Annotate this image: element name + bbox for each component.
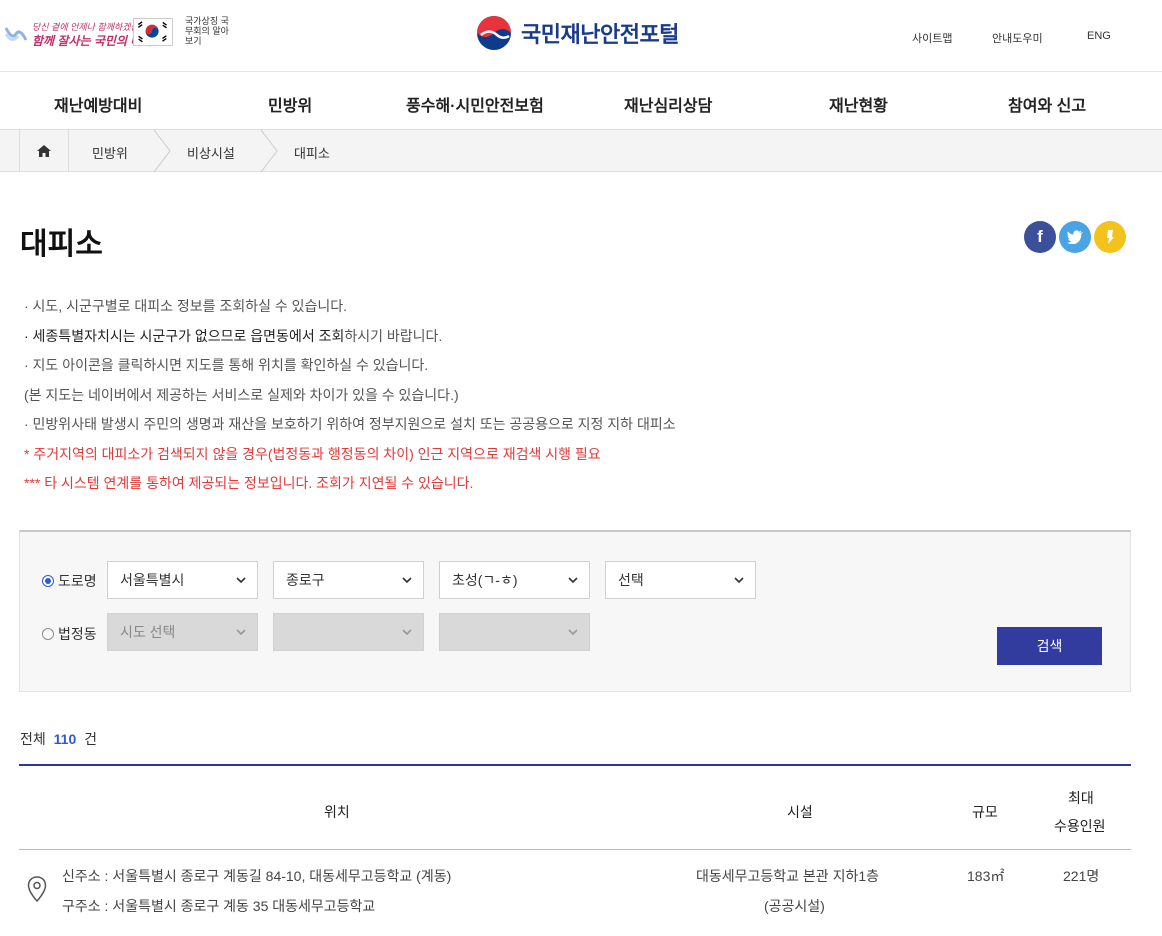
kakaostory-icon[interactable] [1094, 221, 1126, 253]
note-5: · 민방위사태 발생시 주민의 생명과 재산을 보호하기 위하여 정부지원으로 … [24, 416, 676, 432]
table-row: 신주소 : 서울특별시 종로구 계동길 84-10, 대동세무고등학교 (계동)… [19, 850, 1131, 930]
total-prefix: 전체 [20, 731, 46, 747]
breadcrumb: 민방위 비상시설 대피소 [0, 130, 1162, 172]
col-scale: 규모 [972, 804, 998, 820]
note-4: (본 지도는 네이버에서 제공하는 서비스로 실제와 차이가 있을 수 있습니다… [24, 386, 459, 403]
nav-insurance[interactable]: 풍수해·시민안전보험 [406, 92, 544, 116]
total-suffix: 건 [84, 731, 98, 747]
radio-selected-icon[interactable] [42, 575, 54, 587]
shelter-table: 위치 시설 규모 최대 수용인원 신주소 : 서울특별시 종로구 계동길 84-… [19, 764, 1131, 930]
search-panel: 도로명 서울특별시 종로구 초성(ㄱ-ㅎ) 선택 법정동 시도 선택 검색 [19, 530, 1131, 692]
note-warning-2: *** 타 시스템 연계를 통하여 제공되는 정보입니다. 조회가 지연될 수 … [24, 475, 474, 491]
road-sido-select[interactable]: 서울특별시 [107, 561, 258, 599]
breadcrumb-separator-icon [153, 130, 171, 172]
facebook-icon[interactable]: f [1024, 221, 1056, 253]
radio-unselected-icon[interactable] [42, 628, 54, 640]
english-link[interactable]: ENG [1087, 30, 1111, 42]
taegukgi-flag-icon[interactable] [133, 18, 173, 46]
note-2-highlight: · 세종특별자치시는 시군구가 없으므로 읍면동에서 조회 [24, 327, 345, 344]
breadcrumb-emergency-facility[interactable]: 비상시설 [187, 143, 235, 162]
note-warning-1: * 주거지역의 대피소가 검색되지 않을 경우(법정동과 행정동의 차이) 인근… [24, 445, 601, 462]
brand-logo[interactable]: 국민재난안전포털 [475, 13, 679, 53]
map-pin-icon[interactable] [27, 876, 47, 902]
nav-counseling[interactable]: 재난심리상담 [624, 92, 712, 116]
slogan-wave-icon [4, 27, 28, 41]
row-old-address: 구주소 : 서울특별시 종로구 계동 35 대동세무고등학교 [62, 898, 376, 914]
legal-dong-select[interactable] [439, 613, 590, 651]
top-bar: 당신 곁에 언제나 함께하겠습니다 함께 잘사는 국민의 나라 국가상징 국무회… [0, 0, 1162, 72]
road-sido-value: 서울특별시 [120, 572, 185, 588]
road-street-select[interactable]: 선택 [605, 561, 756, 599]
chevron-down-icon [568, 577, 578, 584]
legal-dong-radio[interactable]: 법정동 [42, 624, 97, 644]
road-name-label: 도로명 [58, 573, 97, 589]
chevron-down-icon [236, 577, 246, 584]
chevron-down-icon [402, 577, 412, 584]
road-street-value: 선택 [618, 572, 644, 588]
breadcrumb-separator-icon [260, 130, 278, 172]
row-facility-name: 대동세무고등학교 본관 지하1층 [696, 868, 880, 884]
col-capacity-line1: 최대 [1068, 790, 1094, 806]
note-2-rest: 하시기 바랍니다. [344, 327, 443, 344]
chevron-down-icon [734, 577, 744, 584]
search-button[interactable]: 검색 [997, 627, 1102, 665]
road-initial-value: 초성(ㄱ-ㅎ) [452, 572, 518, 588]
home-icon[interactable] [19, 130, 69, 172]
help-link[interactable]: 안내도우미 [992, 30, 1043, 46]
note-1: · 시도, 시군구별로 대피소 정보를 조회하실 수 있습니다. [24, 298, 348, 314]
gov-symbol-link[interactable]: 국가상징 국무회의 알아보기 [185, 16, 235, 46]
row-new-address: 신주소 : 서울특별시 종로구 계동길 84-10, 대동세무고등학교 (계동) [62, 868, 452, 884]
legal-dong-label: 법정동 [58, 626, 97, 642]
total-count: 110 [53, 731, 77, 747]
chevron-down-icon [236, 629, 246, 636]
info-notes: · 시도, 시군구별로 대피소 정보를 조회하실 수 있습니다. · 세종특별자… [24, 296, 676, 503]
table-header: 위치 시설 규모 최대 수용인원 [19, 764, 1131, 850]
nav-civil-defense[interactable]: 민방위 [268, 92, 312, 116]
twitter-icon[interactable] [1059, 221, 1091, 253]
breadcrumb-civil-defense[interactable]: 민방위 [92, 143, 128, 162]
road-sigungu-value: 종로구 [286, 572, 325, 588]
legal-sido-select[interactable]: 시도 선택 [107, 613, 258, 651]
chevron-down-icon [402, 629, 412, 636]
road-name-radio[interactable]: 도로명 [42, 571, 97, 591]
row-scale: 183㎡ [967, 868, 1005, 884]
sitemap-link[interactable]: 사이트맵 [912, 30, 952, 46]
result-total: 전체 110 건 [20, 729, 97, 749]
nav-disaster-status[interactable]: 재난현황 [829, 92, 888, 116]
row-capacity: 221명 [1063, 868, 1100, 884]
row-facility-type: (공공시설) [764, 898, 825, 914]
site-title: 국민재난안전포털 [521, 22, 679, 47]
legal-sigungu-select[interactable] [273, 613, 424, 651]
page-title: 대피소 [20, 228, 103, 261]
col-facility: 시설 [787, 804, 813, 820]
nav-participation[interactable]: 참여와 신고 [1008, 92, 1086, 116]
note-2: · 세종특별자치시는 시군구가 없으므로 읍면동에서 조회하시기 바랍니다. [24, 326, 676, 356]
breadcrumb-shelter[interactable]: 대피소 [294, 143, 330, 162]
slogan-logo[interactable]: 당신 곁에 언제나 함께하겠습니다 함께 잘사는 국민의 나라 [4, 14, 155, 48]
government-emblem-icon [477, 16, 511, 50]
col-location: 위치 [324, 804, 350, 820]
main-navigation: 재난예방대비 민방위 풍수해·시민안전보험 재난심리상담 재난현황 참여와 신고 [0, 72, 1162, 130]
road-initial-select[interactable]: 초성(ㄱ-ㅎ) [439, 561, 590, 599]
legal-sido-value: 시도 선택 [120, 624, 176, 640]
col-capacity-line2: 수용인원 [1054, 818, 1106, 834]
note-3: · 지도 아이콘을 클릭하시면 지도를 통해 위치를 확인하실 수 있습니다. [24, 357, 429, 373]
road-sigungu-select[interactable]: 종로구 [273, 561, 424, 599]
nav-disaster-prevention[interactable]: 재난예방대비 [54, 92, 142, 116]
chevron-down-icon [568, 629, 578, 636]
